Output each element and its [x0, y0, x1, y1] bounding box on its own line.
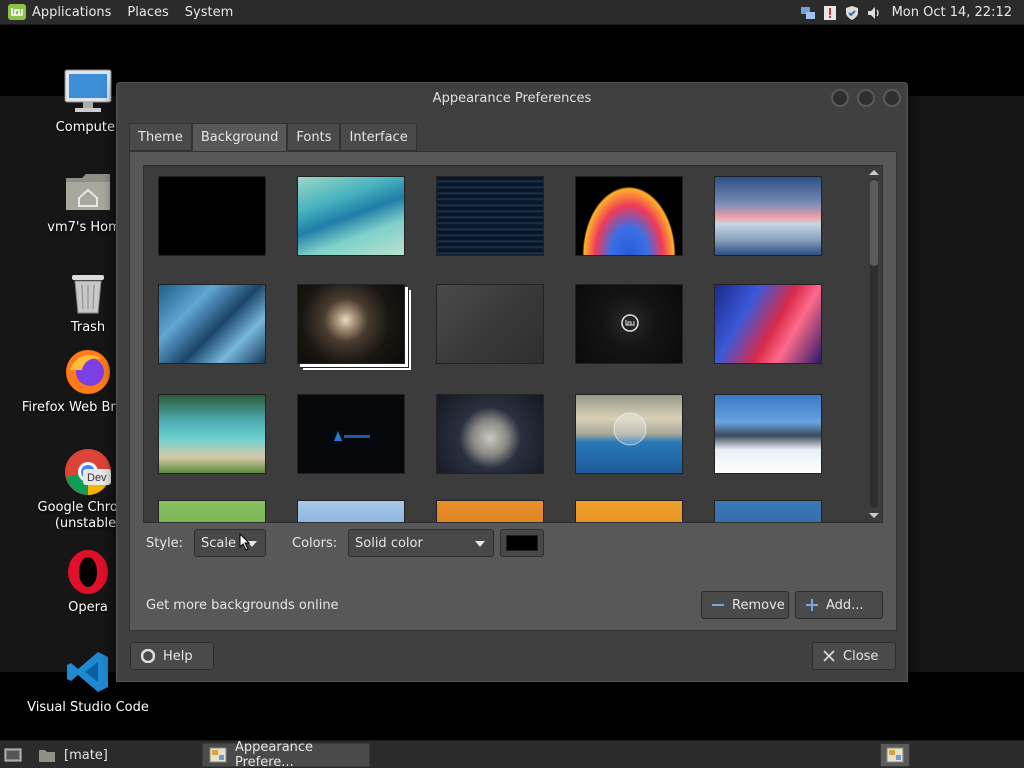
firefox-icon — [62, 346, 114, 398]
volume-icon[interactable] — [866, 5, 882, 21]
desktop-icon-label: Visual Studio Code — [27, 700, 149, 715]
close-window-button[interactable] — [883, 89, 901, 107]
taskbar-item-label: Appearance Prefere... — [235, 740, 314, 768]
svg-text:Dev: Dev — [87, 472, 107, 484]
close-button[interactable]: Close — [812, 642, 896, 670]
close-icon — [823, 650, 835, 662]
home-folder-icon — [62, 166, 114, 218]
top-panel: Applications Places System Mon Oct 14, 2… — [0, 0, 1024, 25]
wallpaper-thumbnail[interactable] — [297, 176, 405, 256]
color-swatch — [506, 535, 538, 551]
wallpaper-thumbnail[interactable] — [158, 176, 266, 256]
wallpaper-thumbnail[interactable] — [714, 394, 822, 474]
style-label: Style: — [146, 536, 184, 551]
chevron-down-icon — [475, 541, 485, 547]
window-titlebar[interactable]: Appearance Preferences — [117, 83, 907, 113]
add-button[interactable]: Add... — [795, 591, 883, 619]
wallpaper-thumbnail[interactable] — [436, 284, 544, 364]
wallpaper-thumbnail[interactable] — [158, 394, 266, 474]
system-tray: Mon Oct 14, 22:12 — [800, 0, 1024, 25]
style-dropdown[interactable]: Scale — [194, 529, 266, 557]
colors-label: Colors: — [292, 536, 338, 551]
wallpaper-thumbnail[interactable] — [575, 500, 683, 522]
tab-theme[interactable]: Theme — [129, 123, 192, 151]
show-desktop-icon[interactable] — [4, 747, 22, 767]
plus-icon — [806, 599, 818, 611]
wallpaper-thumbnail[interactable] — [297, 500, 405, 522]
applications-menu[interactable]: Applications — [32, 5, 111, 20]
tab-background[interactable]: Background — [191, 123, 288, 151]
taskbar-item-appearance[interactable]: Appearance Prefere... — [202, 740, 370, 768]
background-tab-page: Style: Scale Colors: Solid color Get mor… — [129, 151, 897, 631]
tab-interface[interactable]: Interface — [340, 123, 417, 151]
colors-dropdown[interactable]: Solid color — [348, 529, 494, 557]
mint-logo-icon[interactable] — [6, 2, 28, 22]
vscode-icon — [62, 646, 114, 698]
close-button-label: Close — [843, 648, 879, 664]
minus-icon — [712, 599, 724, 611]
get-more-backgrounds-link[interactable]: Get more backgrounds online — [146, 598, 339, 613]
chrome-dev-icon: Dev — [62, 446, 114, 498]
taskbar-item-label: [mate] — [64, 747, 108, 763]
wallpaper-thumbnail[interactable] — [297, 394, 405, 474]
style-dropdown-value: Scale — [201, 535, 236, 551]
network-icon[interactable] — [800, 5, 816, 21]
bottom-panel: [mate] Appearance Prefere... — [0, 740, 1024, 768]
minimize-button[interactable] — [831, 89, 849, 107]
clock[interactable]: Mon Oct 14, 22:12 — [892, 5, 1012, 20]
wallpaper-thumbnail[interactable] — [575, 394, 683, 474]
taskbar-item-mate[interactable]: [mate] — [32, 743, 114, 767]
gallery-scrollbar[interactable] — [868, 168, 880, 520]
wallpaper-gallery — [143, 165, 883, 523]
help-button-label: Help — [163, 648, 193, 664]
appearance-app-icon — [886, 747, 904, 763]
help-button[interactable]: Help — [130, 642, 214, 670]
colors-dropdown-value: Solid color — [355, 535, 423, 551]
tab-fonts[interactable]: Fonts — [287, 123, 341, 151]
scroll-thumb[interactable] — [870, 180, 878, 266]
system-menu[interactable]: System — [185, 5, 233, 20]
wallpaper-thumbnail[interactable] — [714, 284, 822, 364]
add-button-label: Add... — [826, 597, 864, 613]
notification-icon[interactable] — [822, 5, 838, 21]
scroll-up-arrow-icon[interactable] — [869, 170, 879, 175]
remove-button[interactable]: Remove — [701, 591, 789, 619]
computer-icon — [62, 66, 114, 118]
remove-button-label: Remove — [732, 597, 785, 613]
maximize-button[interactable] — [857, 89, 875, 107]
appearance-preferences-window: Appearance Preferences Theme Background … — [116, 82, 908, 682]
wallpaper-thumbnail[interactable] — [714, 500, 822, 522]
mouse-cursor-icon — [239, 533, 251, 551]
wallpaper-thumbnail[interactable] — [436, 500, 544, 522]
window-title: Appearance Preferences — [432, 90, 592, 106]
wallpaper-thumbnail[interactable] — [714, 176, 822, 256]
wallpaper-thumbnail-selected[interactable] — [297, 284, 405, 364]
wallpaper-thumbnail[interactable] — [158, 500, 266, 522]
trash-icon — [62, 266, 114, 318]
opera-icon — [62, 546, 114, 598]
wallpaper-thumbnail[interactable] — [436, 176, 544, 256]
wallpaper-thumbnail[interactable] — [158, 284, 266, 364]
tab-bar: Theme Background Fonts Interface — [129, 123, 417, 151]
help-lifebuoy-icon — [141, 649, 155, 663]
places-menu[interactable]: Places — [127, 5, 168, 20]
wallpaper-thumbnail[interactable] — [575, 284, 683, 364]
folder-icon — [38, 747, 56, 763]
wallpaper-thumbnail[interactable] — [575, 176, 683, 256]
wallpaper-thumbnail[interactable] — [436, 394, 544, 474]
scroll-down-arrow-icon[interactable] — [869, 513, 879, 518]
color-picker-button[interactable] — [500, 529, 544, 557]
appearance-app-icon — [209, 747, 227, 763]
workspace-switcher[interactable] — [880, 743, 910, 767]
shield-icon[interactable] — [844, 5, 860, 21]
